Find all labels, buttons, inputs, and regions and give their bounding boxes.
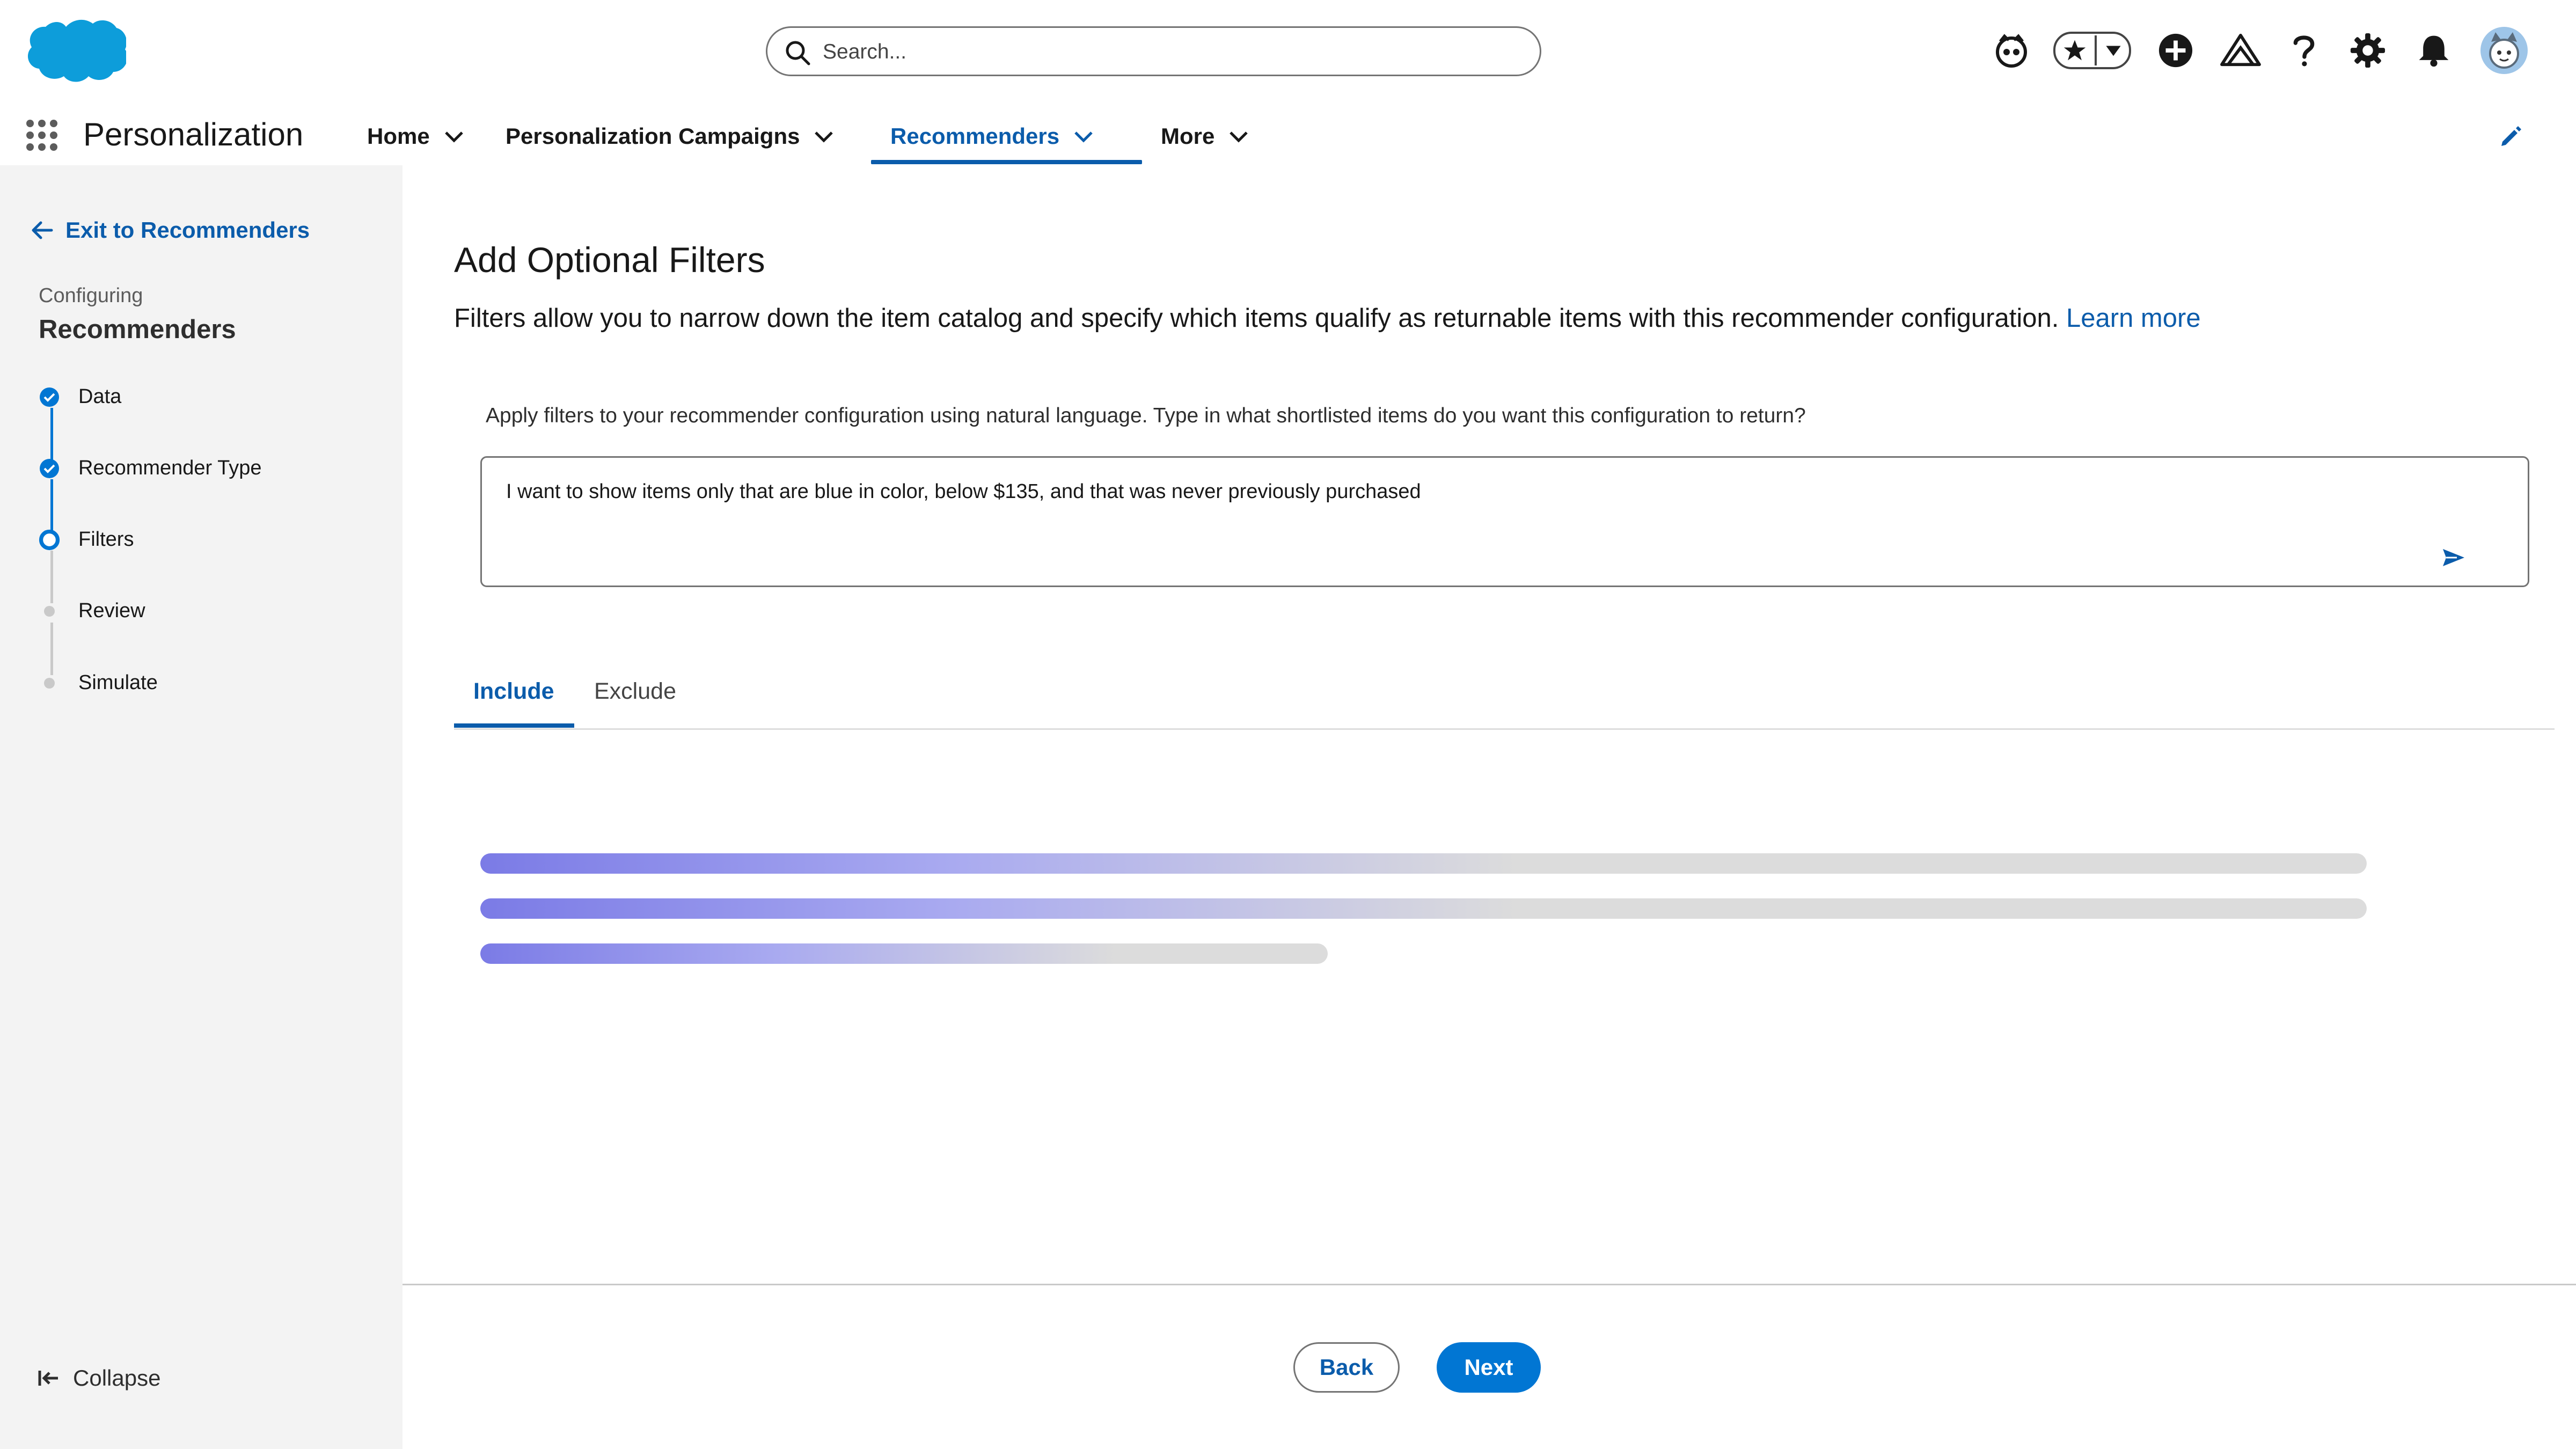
step-label: Data (78, 385, 122, 408)
description-text: Filters allow you to narrow down the ite… (454, 304, 2059, 333)
filter-tabs: Include Exclude (454, 660, 2555, 730)
global-header (0, 0, 2576, 102)
arrow-left-icon (32, 221, 53, 239)
app-name: Personalization (83, 116, 304, 152)
app-navigation-bar: Personalization Home Personalization Cam… (0, 102, 2576, 165)
wizard-footer: Back Next (402, 1284, 2576, 1449)
natural-language-prompt: Apply filters to your recommender config… (486, 404, 1806, 427)
page-title: Add Optional Filters (454, 240, 765, 280)
step-recommender-type[interactable]: Recommender Type (39, 457, 261, 480)
collapse-left-icon (38, 1371, 58, 1386)
active-tab-indicator (454, 723, 574, 728)
trailhead-icon[interactable] (2219, 28, 2262, 73)
step-label: Simulate (78, 671, 158, 694)
exit-to-recommenders-link[interactable]: Exit to Recommenders (30, 217, 310, 243)
main-content: Add Optional Filters Filters allow you t… (402, 165, 2576, 1449)
step-pending-dot-icon (39, 601, 60, 622)
chevron-down-icon[interactable] (1228, 126, 1249, 147)
step-connector-complete (50, 408, 53, 460)
configuring-title: Recommenders (39, 315, 236, 344)
setup-sidebar: Exit to Recommenders Configuring Recomme… (0, 165, 402, 1449)
add-icon[interactable] (2156, 28, 2195, 73)
nav-item-more[interactable]: More (1161, 120, 1249, 152)
help-icon[interactable] (2289, 28, 2319, 73)
nav-item-recommenders[interactable]: Recommenders (890, 120, 1094, 152)
app-launcher-icon[interactable] (26, 119, 58, 151)
loading-skeleton-line (480, 853, 2367, 874)
chevron-down-icon[interactable] (1073, 126, 1094, 147)
nav-item-label: Personalization Campaigns (506, 123, 800, 149)
exit-link-label: Exit to Recommenders (65, 217, 310, 243)
active-nav-indicator (871, 160, 1142, 164)
user-avatar[interactable] (2479, 27, 2529, 74)
nav-item-home[interactable]: Home (367, 120, 464, 152)
back-button[interactable]: Back (1293, 1342, 1400, 1393)
nav-item-label: Home (367, 123, 430, 149)
step-data[interactable]: Data (39, 385, 121, 408)
step-connector-pending (50, 551, 53, 603)
step-label: Review (78, 599, 145, 622)
page-description: Filters allow you to narrow down the ite… (454, 303, 2201, 333)
nav-item-label: More (1161, 123, 1215, 149)
step-connector-complete (50, 479, 53, 532)
salesforce-logo[interactable] (24, 16, 128, 86)
tab-include[interactable]: Include (473, 678, 554, 705)
step-filters[interactable]: Filters (39, 528, 134, 551)
natural-language-input[interactable]: I want to show items only that are blue … (480, 456, 2529, 587)
edit-nav-pencil-icon[interactable] (2498, 123, 2524, 149)
nav-item-label: Recommenders (890, 123, 1060, 149)
next-button[interactable]: Next (1437, 1342, 1541, 1393)
notifications-bell-icon[interactable] (2412, 28, 2455, 73)
step-complete-check-icon (39, 386, 60, 408)
search-icon (786, 41, 810, 65)
step-complete-check-icon (39, 458, 60, 479)
collapse-sidebar-button[interactable]: Collapse (36, 1365, 160, 1391)
step-label: Filters (78, 528, 134, 551)
tab-exclude[interactable]: Exclude (594, 678, 676, 705)
search-input[interactable] (823, 38, 1520, 67)
step-current-ring-icon (39, 529, 60, 551)
step-label: Recommender Type (78, 457, 262, 479)
favorites-group[interactable] (2053, 32, 2131, 69)
step-review[interactable]: Review (39, 599, 145, 623)
loading-skeleton-line (480, 898, 2367, 919)
step-connector-pending (50, 623, 53, 675)
natural-language-input-value[interactable]: I want to show items only that are blue … (506, 480, 1421, 503)
step-simulate[interactable]: Simulate (39, 671, 158, 694)
configuring-label: Configuring (39, 284, 143, 307)
collapse-label: Collapse (73, 1365, 161, 1391)
nav-item-personalization-campaigns[interactable]: Personalization Campaigns (506, 120, 834, 152)
setup-gear-icon[interactable] (2346, 28, 2389, 73)
chevron-down-icon[interactable] (444, 126, 464, 147)
send-icon[interactable] (2441, 545, 2467, 570)
global-search[interactable] (766, 26, 1541, 76)
favorites-dropdown-icon[interactable] (2104, 41, 2123, 60)
favorites-star-icon[interactable] (2062, 38, 2087, 63)
step-pending-dot-icon (39, 672, 60, 694)
chevron-down-icon[interactable] (814, 126, 834, 147)
einstein-icon[interactable] (1989, 28, 2034, 73)
learn-more-link[interactable]: Learn more (2066, 304, 2201, 333)
loading-skeleton-line (480, 943, 1328, 964)
